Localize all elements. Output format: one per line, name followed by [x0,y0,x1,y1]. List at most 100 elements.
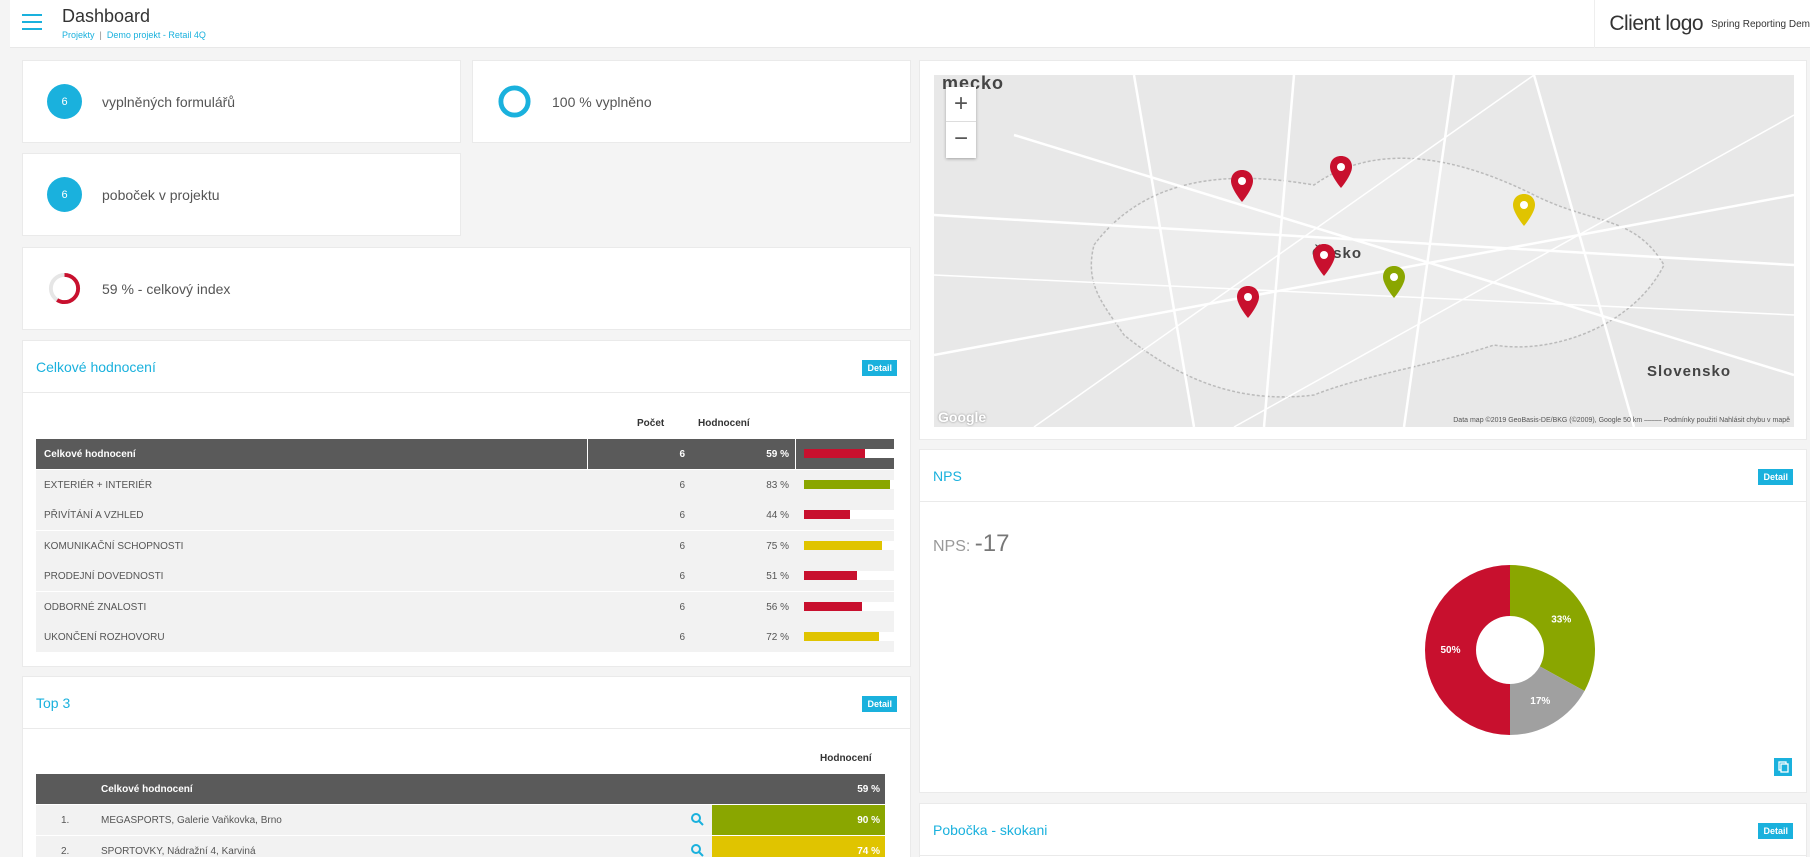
nps-panel: NPS Detail NPS: -17 33% 17% 50% [919,449,1807,793]
donut-slice[interactable] [1510,565,1595,691]
col-count: Počet [637,418,665,429]
row-bar-fill [804,571,858,580]
skokani-title: Pobočka - skokani [933,822,1048,838]
top3-rank: 1. [61,815,70,826]
row-bar-fill [804,540,882,550]
overall-panel: Celkové hodnocení Detail Počet Hodnocení… [22,340,911,667]
overall-title: Celkové hodnocení [36,359,156,375]
search-icon[interactable] [690,843,704,857]
donut-slice-label: 33% [1551,615,1571,626]
row-count: 6 [679,601,685,613]
row-bar-fill [804,449,866,458]
row-name: ODBORNÉ ZNALOSTI [44,601,147,613]
nps-detail-button[interactable]: Detail [1758,469,1793,485]
row-pct: 59 % [766,449,789,460]
skokani-panel: Pobočka - skokani Detail [919,803,1807,857]
branches-stat-card: 6 poboček v projektu [22,153,461,236]
forms-label: vyplněných formulářů [102,93,236,110]
branches-label: poboček v projektu [102,186,220,203]
search-icon[interactable] [690,812,704,826]
google-logo: Google [938,409,987,425]
row-bar [804,601,908,611]
row-name: PRODEJNÍ DOVEDNOSTI [44,571,164,582]
row-name: EXTERIÉR + INTERIÉR [44,479,153,491]
top3-pct: 74 % [712,835,885,857]
row-pct: 83 % [766,479,789,491]
forms-stat-card: 6 vyplněných formulářů [22,60,461,143]
breadcrumb-project[interactable]: Demo projekt - Retail 4Q [107,30,206,40]
map-pin-icon[interactable] [1230,169,1254,203]
nps-score-label: NPS: [933,538,971,555]
table-row: PRODEJNÍ DOVEDNOSTI 6 51 % [36,561,908,591]
table-row: UKONČENÍ ROZHOVORU 6 72 % [36,622,908,652]
row-name: UKONČENÍ ROZHOVORU [44,632,165,643]
app-name[interactable]: Spring Reporting Dem [1711,19,1810,30]
filled-label: 100 % vyplněno [552,93,652,110]
row-count: 6 [679,510,685,521]
row-bar [804,510,908,519]
breadcrumb-projects[interactable]: Projekty [62,30,95,40]
row-bar-fill [804,510,850,519]
map-pin-icon[interactable] [1382,265,1406,299]
row-pct: 75 % [766,540,789,552]
map-pin-icon[interactable] [1512,193,1536,227]
map-label-slovakia: Slovensko [1647,363,1732,380]
row-count: 6 [679,479,685,491]
top3-branch-name: SPORTOVKY, Nádražní 4, Karviná [101,845,256,857]
row-bar [804,479,908,489]
row-name: PŘIVÍTÁNÍ A VZHLED [44,510,144,521]
row-bar-fill [804,632,879,641]
top3-total-pct: 59 % [857,784,880,795]
nps-donut-chart: 33% 17% 50% [1425,565,1595,735]
row-pct: 44 % [766,510,789,521]
donut-slice[interactable] [1425,565,1510,735]
forms-count-badge: 6 [47,84,82,119]
map-pin-icon[interactable] [1312,243,1336,277]
zoom-in-button[interactable]: + [946,87,976,122]
zoom-out-button[interactable]: − [946,122,976,157]
row-count: 6 [679,540,685,552]
map-attribution[interactable]: Data map ©2019 GeoBasis-DE/BKG (©2009), … [1453,417,1790,425]
overall-detail-button[interactable]: Detail [862,360,897,376]
row-pct: 72 % [766,632,789,643]
map-pin-icon[interactable] [1236,285,1260,319]
row-count: 6 [679,632,685,643]
map-view[interactable]: mecko Česko Slovensko + − Google Data ma… [934,75,1794,427]
nps-score: NPS: -17 [933,530,1009,558]
row-pct: 51 % [766,571,789,582]
donut-slice-label: 50% [1440,645,1460,656]
map-panel: mecko Česko Slovensko + − Google Data ma… [919,60,1807,440]
branches-count-badge: 6 [47,177,82,212]
page-title: Dashboard [62,6,151,26]
index-ring-icon [48,272,81,305]
row-bar [804,540,908,550]
top3-rank: 2. [61,845,70,857]
row-bar-fill [804,479,891,489]
top3-pct: 90 % [712,805,885,835]
top3-title: Top 3 [36,695,71,711]
top3-header: Top 3 Detail [23,677,910,729]
menu-icon[interactable] [22,14,42,30]
map-zoom-controls: + − [946,87,976,158]
filled-stat-card: 100 % vyplněno [472,60,911,143]
overall-total-row: Celkové hodnocení 6 59 % [36,439,908,469]
copy-icon[interactable] [1774,758,1792,776]
client-logo: Client logo [1609,12,1704,35]
row-name: KOMUNIKAČNÍ SCHOPNOSTI [44,540,184,552]
table-row: PŘIVÍTÁNÍ A VZHLED 6 44 % [36,500,908,530]
table-row: KOMUNIKAČNÍ SCHOPNOSTI 6 75 % [36,530,908,561]
overall-header: Celkové hodnocení Detail [23,341,910,393]
skokani-header: Pobočka - skokani Detail [920,804,1806,856]
top3-total-row: Celkové hodnocení 59 % [36,774,885,804]
top3-detail-button[interactable]: Detail [862,696,897,712]
top3-row: 2. SPORTOVKY, Nádražní 4, Karviná 74 % [36,835,885,857]
top3-col-rating: Hodnocení [820,753,872,764]
row-bar [804,449,908,458]
map-pin-icon[interactable] [1329,155,1353,189]
nps-title: NPS [933,468,962,484]
row-bar [804,632,908,641]
row-count: 6 [679,571,685,582]
row-bar-fill [804,601,863,611]
table-row: EXTERIÉR + INTERIÉR 6 83 % [36,469,908,500]
skokani-detail-button[interactable]: Detail [1758,823,1793,839]
